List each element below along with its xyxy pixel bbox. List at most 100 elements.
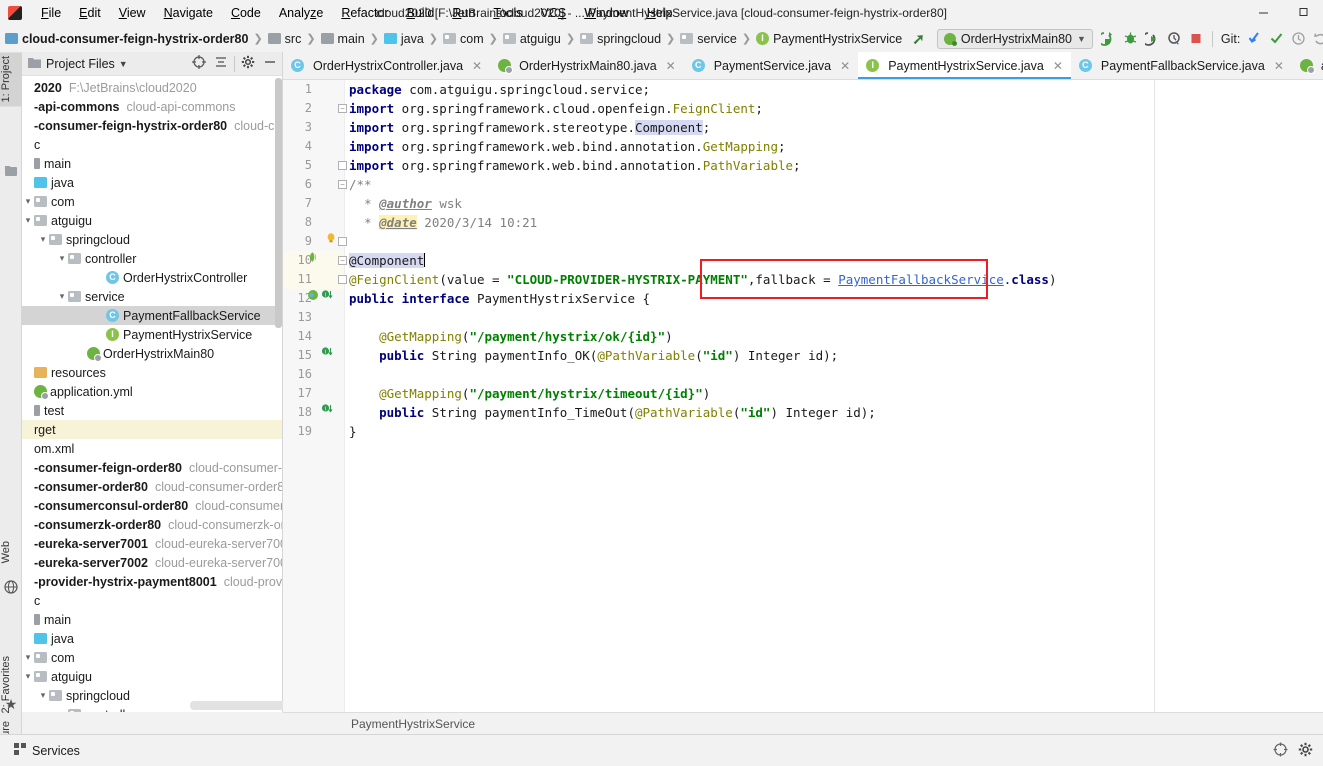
- implemented-method-icon[interactable]: I: [321, 289, 334, 308]
- tree-item[interactable]: ▾ service: [22, 287, 282, 306]
- code-line[interactable]: @GetMapping("/payment/hystrix/timeout/{i…: [345, 384, 1323, 403]
- update-project-button[interactable]: [1244, 28, 1265, 49]
- breadcrumb-item-com[interactable]: com: [440, 30, 487, 48]
- code-line[interactable]: @Component: [345, 251, 1323, 270]
- tree-item[interactable]: ▾ com: [22, 648, 282, 667]
- gutter-row[interactable]: 3: [283, 118, 344, 137]
- editor-tab[interactable]: application.yml: [1292, 52, 1323, 79]
- gutter-row[interactable]: 11: [283, 270, 347, 289]
- profile-button[interactable]: [1164, 28, 1185, 49]
- arrow-up-icon[interactable]: ➚: [905, 30, 932, 48]
- tree-item[interactable]: test: [22, 401, 282, 420]
- tool-window-project[interactable]: 1: Project: [0, 52, 22, 107]
- gutter-row[interactable]: 8: [283, 213, 344, 232]
- tree-twisty[interactable]: ▾: [22, 196, 34, 207]
- menu-file[interactable]: File: [32, 3, 70, 23]
- rollback-button[interactable]: [1310, 28, 1323, 49]
- menu-bar[interactable]: File Edit View Navigate Code Analyze Ref…: [32, 3, 681, 23]
- crosshair-icon[interactable]: [1273, 742, 1288, 760]
- tree-item[interactable]: resources: [22, 363, 282, 382]
- tree-twisty[interactable]: ▾: [37, 234, 49, 245]
- editor-tab[interactable]: OrderHystrixMain80.java ✕: [490, 52, 684, 79]
- tree-item[interactable]: 2020 F:\JetBrains\cloud2020: [22, 78, 282, 97]
- minimize-icon[interactable]: [263, 55, 277, 72]
- menu-vcs[interactable]: VCS: [532, 3, 576, 23]
- editor-tab-bar[interactable]: C OrderHystrixController.java ✕ OrderHystri…: [283, 52, 1323, 79]
- tree-item[interactable]: java: [22, 173, 282, 192]
- gutter-row[interactable]: 15 I: [283, 346, 344, 365]
- menu-help[interactable]: Help: [638, 3, 682, 23]
- editor-tab[interactable]: C PaymentService.java ✕: [684, 52, 858, 79]
- tree-item[interactable]: ▾ atguigu: [22, 667, 282, 686]
- editor-tab[interactable]: C OrderHystrixController.java ✕: [283, 52, 490, 79]
- commit-button[interactable]: [1266, 28, 1287, 49]
- tree-item[interactable]: c: [22, 135, 282, 154]
- tree-twisty[interactable]: ▾: [56, 291, 68, 302]
- code-line[interactable]: public interface PaymentHystrixService {: [345, 289, 1323, 308]
- tree-item[interactable]: application.yml: [22, 382, 282, 401]
- tree-item[interactable]: -consumer-feign-hystrix-order80cloud-con…: [22, 116, 282, 135]
- tree-item[interactable]: -eureka-server7001 cloud-eureka-server700…: [22, 534, 282, 553]
- tree-item[interactable]: ▾ atguigu: [22, 211, 282, 230]
- gutter-row[interactable]: 12 I: [283, 289, 344, 308]
- gutter-row[interactable]: 18 I: [283, 403, 344, 422]
- tree-item[interactable]: -eureka-server7002 cloud-eureka-server700…: [22, 553, 282, 572]
- gutter-row[interactable]: 4: [283, 137, 344, 156]
- code-line[interactable]: @GetMapping("/payment/hystrix/ok/{id}"): [345, 327, 1323, 346]
- breadcrumb-item-interface[interactable]: I PaymentHystrixService: [753, 30, 905, 48]
- code-line[interactable]: package com.atguigu.springcloud.service;: [345, 80, 1323, 99]
- tree-item[interactable]: -consumerzk-order80 cloud-consumerzk-orde…: [22, 515, 282, 534]
- minimize-button[interactable]: [1243, 0, 1283, 25]
- breadcrumb-item-main[interactable]: main: [318, 30, 368, 48]
- gutter-row[interactable]: 6−: [283, 175, 347, 194]
- tree-item[interactable]: I PaymentHystrixService: [22, 325, 282, 344]
- close-icon[interactable]: ✕: [840, 59, 850, 73]
- tree-item[interactable]: -api-commons cloud-api-commons: [22, 97, 282, 116]
- tree-item[interactable]: om.xml: [22, 439, 282, 458]
- menu-view[interactable]: View: [110, 3, 155, 23]
- debug-button[interactable]: [1120, 28, 1141, 49]
- history-button[interactable]: [1288, 28, 1309, 49]
- editor-tab[interactable]: I PaymentHystrixService.java ✕: [858, 52, 1071, 79]
- gutter-row[interactable]: 1: [283, 80, 344, 99]
- close-icon[interactable]: ✕: [472, 59, 482, 73]
- menu-run[interactable]: Run: [443, 3, 484, 23]
- code-line[interactable]: public String paymentInfo_OK(@PathVariab…: [345, 346, 1323, 365]
- close-icon[interactable]: ✕: [1053, 59, 1063, 73]
- code-line[interactable]: import org.springframework.web.bind.anno…: [345, 156, 1323, 175]
- tree-item[interactable]: main: [22, 154, 282, 173]
- code-line[interactable]: [345, 365, 1323, 384]
- menu-build[interactable]: Build: [398, 3, 444, 23]
- editor-breadcrumb-item[interactable]: PaymentHystrixService: [351, 717, 475, 731]
- gear-icon[interactable]: [1298, 742, 1313, 760]
- tree-twisty[interactable]: ▾: [22, 671, 34, 682]
- gutter-row[interactable]: 16: [283, 365, 344, 384]
- editor-tab[interactable]: C PaymentFallbackService.java ✕: [1071, 52, 1292, 79]
- chevron-down-icon[interactable]: ▼: [119, 59, 128, 69]
- spring-bean-icon[interactable]: [307, 251, 319, 270]
- code-line[interactable]: import org.springframework.cloud.openfei…: [345, 99, 1323, 118]
- run-configuration-selector[interactable]: OrderHystrixMain80 ▼: [936, 28, 1093, 49]
- project-tree-scrollbar[interactable]: [275, 78, 282, 328]
- tree-twisty[interactable]: ▾: [22, 652, 34, 663]
- tree-item[interactable]: ▾ controller: [22, 249, 282, 268]
- code-line[interactable]: * @date 2020/3/14 10:21: [345, 213, 1323, 232]
- code-line[interactable]: [345, 232, 1323, 251]
- tree-item[interactable]: ▾ springcloud: [22, 230, 282, 249]
- gear-icon[interactable]: [241, 55, 255, 72]
- tree-twisty[interactable]: ▾: [56, 253, 68, 264]
- breadcrumb-item-module[interactable]: cloud-consumer-feign-hystrix-order80: [2, 30, 251, 48]
- menu-navigate[interactable]: Navigate: [155, 3, 222, 23]
- tree-twisty[interactable]: ▾: [56, 709, 68, 712]
- tree-item[interactable]: main: [22, 610, 282, 629]
- breadcrumb-item-java[interactable]: java: [381, 30, 427, 48]
- breadcrumb-item-service[interactable]: service: [677, 30, 740, 48]
- collapse-icon[interactable]: [214, 55, 228, 72]
- run-button[interactable]: [1098, 28, 1119, 49]
- run-with-coverage-button[interactable]: [1142, 28, 1163, 49]
- tree-item[interactable]: OrderHystrixMain80: [22, 344, 282, 363]
- gutter-row[interactable]: 5: [283, 156, 347, 175]
- project-tree[interactable]: 2020 F:\JetBrains\cloud2020 -api-commons cl…: [22, 76, 282, 712]
- code-line[interactable]: @FeignClient(value = "CLOUD-PROVIDER-HYS…: [345, 270, 1323, 289]
- breadcrumb-item-src[interactable]: src: [265, 30, 305, 48]
